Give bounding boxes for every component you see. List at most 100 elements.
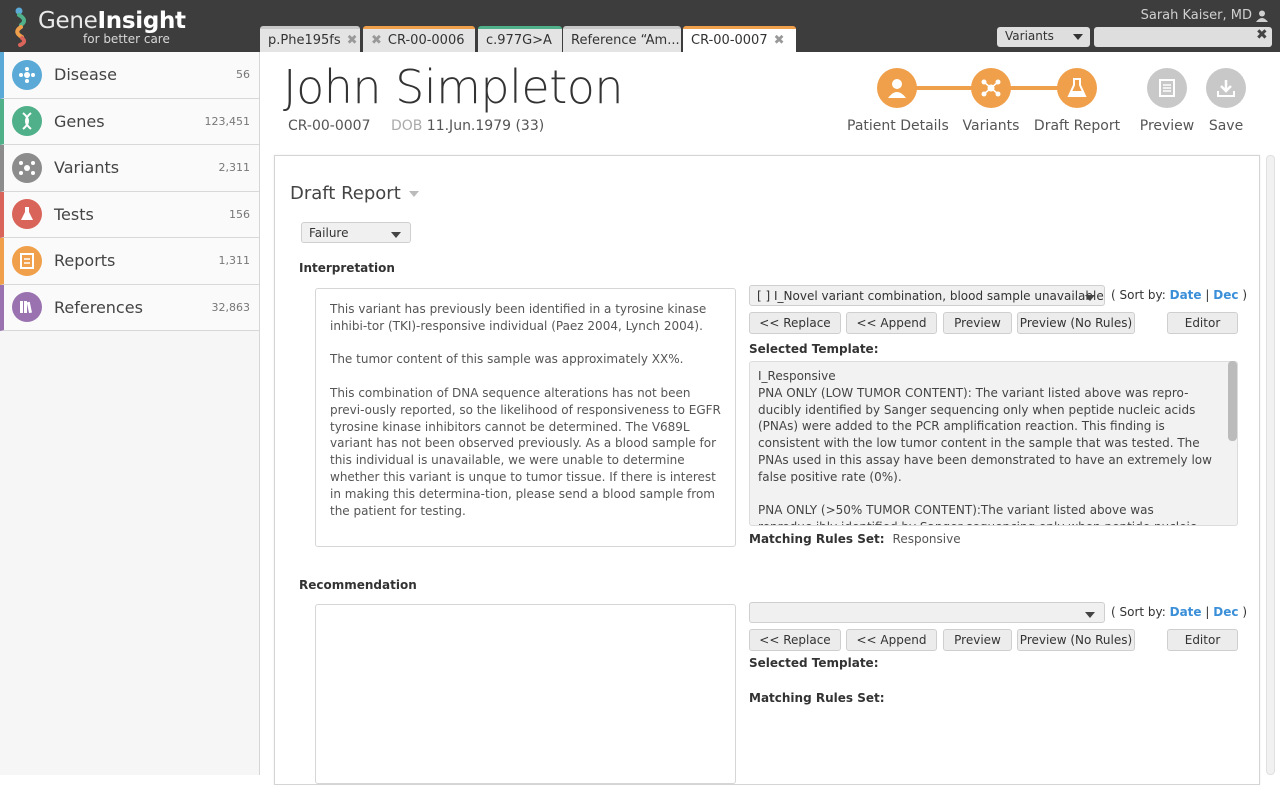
matching-rules-value: Responsive <box>892 532 961 546</box>
flask-icon <box>12 199 42 230</box>
step-variants[interactable]: Variants <box>952 68 1030 134</box>
logo[interactable]: GeneInsight for better care <box>12 5 186 49</box>
selected-template-box[interactable]: I_Responsive PNA ONLY (LOW TUMOR CONTENT… <box>749 361 1238 526</box>
tab-cr-00-0006[interactable]: ✖ CR-00-0006 <box>363 26 475 52</box>
sidebar-item-label: Reports <box>54 251 116 271</box>
interpretation-textarea[interactable]: This variant has previously been identif… <box>315 288 736 547</box>
logo-tagline: for better care <box>83 32 170 46</box>
selected-template-paragraph: PNA ONLY (LOW TUMOR CONTENT): The varian… <box>758 385 1212 484</box>
interpretation-label: Interpretation <box>299 261 395 275</box>
interpretation-paragraph: The tumor content of this sample was app… <box>330 352 684 367</box>
append-button[interactable]: << Append <box>846 629 937 651</box>
sidebar-item-references[interactable]: References 32,863 <box>0 284 259 331</box>
search-input[interactable] <box>1094 27 1272 47</box>
search-scope-value: Variants <box>1005 29 1054 43</box>
sidebar-item-count: 32,863 <box>211 300 251 314</box>
step-label: Draft Report <box>1033 118 1121 134</box>
sort-dec-link[interactable]: Dec <box>1213 288 1238 302</box>
tab-c-977g-a[interactable]: c.977G>A <box>478 26 562 52</box>
tab-label: CR-00-0007 <box>691 33 768 48</box>
step-label: Save <box>1208 118 1244 134</box>
sidebar-item-count: 1,311 <box>218 254 251 268</box>
close-icon[interactable]: ✖ <box>371 33 382 48</box>
page-scrollbar[interactable] <box>1266 155 1275 775</box>
preview-no-rules-button[interactable]: Preview (No Rules) <box>1017 312 1135 334</box>
user-name: Sarah Kaiser, MD <box>1140 8 1252 23</box>
close-icon[interactable]: ✖ <box>774 33 785 48</box>
recommendation-template-select[interactable] <box>749 602 1105 623</box>
dob-label: DOB <box>390 118 423 134</box>
chevron-down-icon <box>1073 34 1083 40</box>
case-id: CR-00-0007 <box>288 118 371 134</box>
replace-button[interactable]: << Replace <box>749 312 841 334</box>
selected-template-label: Selected Template: <box>749 656 879 670</box>
patient-meta: CR-00-0007 DOB 11.Jun.1979 (33) <box>288 118 544 134</box>
recommendation-label: Recommendation <box>299 578 417 592</box>
sidebar-item-reports[interactable]: Reports 1,311 <box>0 238 259 285</box>
chevron-down-icon <box>408 191 419 197</box>
draft-report-title[interactable]: Draft Report <box>290 183 419 204</box>
sort-date-link[interactable]: Date <box>1170 605 1202 619</box>
step-patient-details[interactable]: Patient Details <box>847 68 949 134</box>
sidebar-item-disease[interactable]: Disease 56 <box>0 52 259 99</box>
sidebar-item-count: 156 <box>229 207 250 221</box>
sidebar-item-tests[interactable]: Tests 156 <box>0 191 259 238</box>
user-menu[interactable]: Sarah Kaiser, MD <box>1141 8 1268 23</box>
download-icon <box>1206 68 1246 108</box>
preview-no-rules-button[interactable]: Preview (No Rules) <box>1017 629 1135 651</box>
sidebar-item-label: Genes <box>54 111 105 131</box>
status-select-value: Failure <box>309 226 349 240</box>
sidebar-item-count: 123,451 <box>204 114 251 128</box>
sidebar-item-count: 56 <box>236 68 250 82</box>
flask-icon <box>1057 68 1097 108</box>
search-scope-select[interactable]: Variants <box>997 27 1090 47</box>
append-button[interactable]: << Append <box>846 312 937 334</box>
template-scrollbar[interactable] <box>1228 361 1237 441</box>
chevron-down-icon <box>1085 612 1095 618</box>
step-preview[interactable]: Preview <box>1137 68 1197 134</box>
tab-label: Reference “Am... <box>571 33 680 48</box>
matching-rules-label: Matching Rules Set: <box>749 691 885 705</box>
sidebar-item-genes[interactable]: Genes 123,451 <box>0 98 259 145</box>
replace-button[interactable]: << Replace <box>749 629 841 651</box>
matching-rules: Matching Rules Set: <box>749 691 885 705</box>
interpretation-paragraph: This variant has previously been identif… <box>330 302 707 333</box>
chevron-down-icon <box>391 232 401 238</box>
step-label: Preview <box>1139 118 1195 134</box>
selected-template-label: Selected Template: <box>749 342 879 356</box>
step-label: Patient Details <box>847 118 949 134</box>
preview-button[interactable]: Preview <box>943 312 1012 334</box>
sidebar-item-label: Tests <box>54 204 94 224</box>
sort-dec-link[interactable]: Dec <box>1213 605 1238 619</box>
logo-title: GeneInsight <box>38 8 186 34</box>
sidebar-item-label: Disease <box>54 65 117 85</box>
step-save[interactable]: Save <box>1201 68 1251 134</box>
sidebar: Disease 56 Genes 123,451 Variants 2,311 … <box>0 52 260 775</box>
tab-reference[interactable]: Reference “Am... <box>563 26 681 52</box>
interpretation-sort: ( Sort by: Date | Dec ) <box>1111 288 1247 302</box>
books-icon <box>12 292 42 323</box>
preview-button[interactable]: Preview <box>943 629 1012 651</box>
matching-rules-label: Matching Rules Set: <box>749 532 885 546</box>
status-select[interactable]: Failure <box>301 222 411 243</box>
user-icon <box>1256 10 1268 22</box>
variants-icon <box>12 152 42 183</box>
editor-button[interactable]: Editor <box>1167 629 1238 651</box>
recommendation-textarea[interactable] <box>315 604 736 784</box>
tab-label: p.Phe195fs <box>268 33 341 48</box>
user-icon <box>877 68 917 108</box>
sidebar-item-variants[interactable]: Variants 2,311 <box>0 145 259 192</box>
tab-p-phe195fs[interactable]: p.Phe195fs ✖ <box>260 26 360 52</box>
selected-template-paragraph: PNA ONLY (>50% TUMOR CONTENT):The varian… <box>758 503 1196 525</box>
clear-search-icon[interactable]: ✖ <box>1256 27 1268 43</box>
patient-name: John Simpleton <box>283 60 624 114</box>
step-draft-report[interactable]: Draft Report <box>1031 68 1123 134</box>
disease-icon <box>12 59 42 90</box>
interpretation-template-select[interactable]: [ ] I_Novel variant combination, blood s… <box>749 285 1105 306</box>
tab-cr-00-0007[interactable]: CR-00-0007 ✖ <box>683 26 796 52</box>
sidebar-item-label: Variants <box>54 158 120 178</box>
chevron-down-icon <box>1085 295 1095 301</box>
sort-date-link[interactable]: Date <box>1170 288 1202 302</box>
close-icon[interactable]: ✖ <box>347 33 358 48</box>
editor-button[interactable]: Editor <box>1167 312 1238 334</box>
